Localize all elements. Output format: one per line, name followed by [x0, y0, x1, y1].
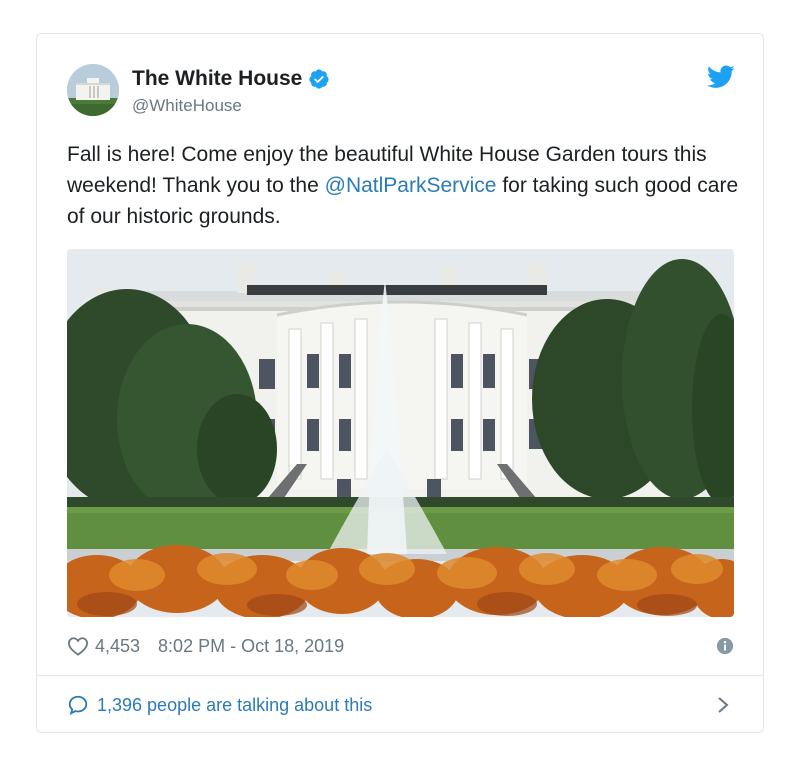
like-count[interactable]: 4,453: [95, 636, 140, 657]
conversation-link[interactable]: 1,396 people are talking about this: [67, 689, 734, 721]
author-handle[interactable]: @WhiteHouse: [132, 96, 242, 116]
avatar-image: [67, 64, 119, 116]
timestamp[interactable]: 8:02 PM - Oct 18, 2019: [158, 636, 344, 657]
tweet-card: The White House @WhiteHouse Fall is here…: [36, 33, 764, 733]
tweet-meta: 4,453 8:02 PM - Oct 18, 2019: [67, 632, 734, 660]
verified-badge-icon: [309, 69, 329, 89]
author-name[interactable]: The White House: [132, 67, 302, 91]
info-icon[interactable]: [716, 637, 734, 655]
heart-icon[interactable]: [67, 636, 89, 656]
tweet-photo[interactable]: [67, 249, 734, 617]
divider: [37, 675, 763, 676]
author-name-row[interactable]: The White House: [132, 67, 330, 91]
avatar[interactable]: [67, 64, 119, 116]
speech-bubble-icon: [68, 695, 88, 716]
conversation-label[interactable]: 1,396 people are talking about this: [97, 695, 372, 716]
twitter-bird-icon[interactable]: [707, 65, 735, 89]
photo-white-house: [67, 249, 734, 617]
mention-link[interactable]: @NatlParkService: [325, 174, 497, 197]
chevron-right-icon[interactable]: [716, 696, 730, 714]
tweet-text: Fall is here! Come enjoy the beautiful W…: [67, 139, 747, 232]
